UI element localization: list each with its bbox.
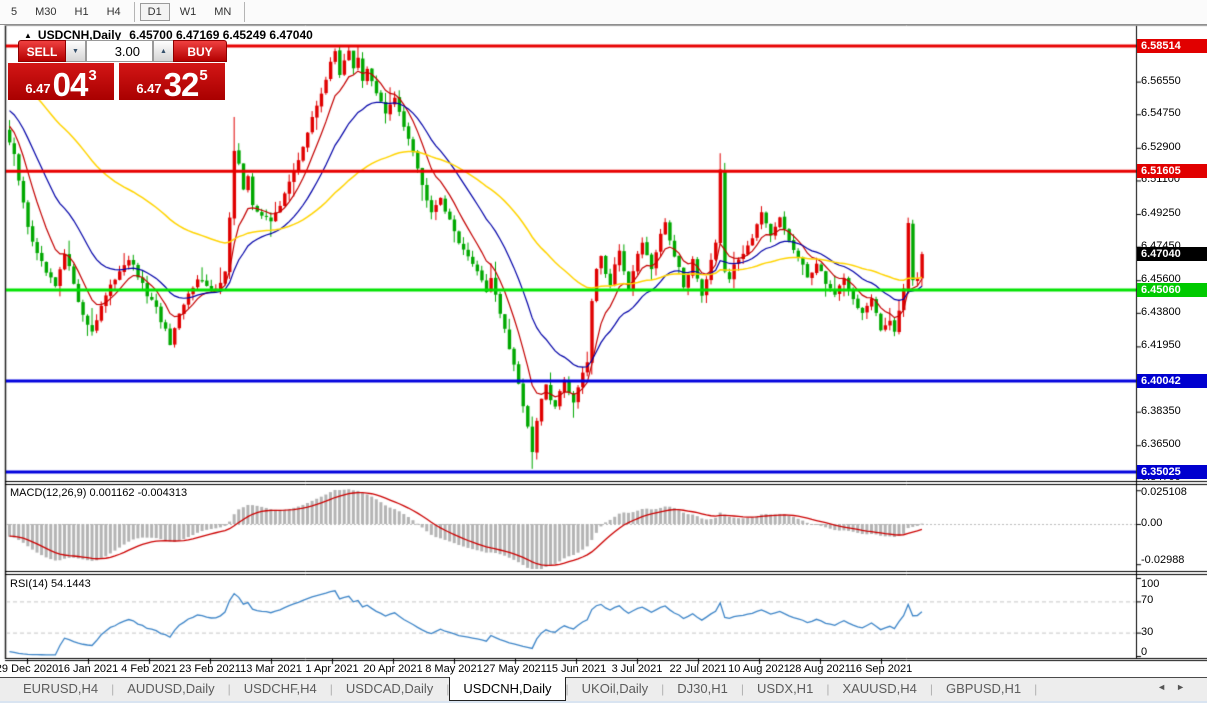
collapse-triangle-icon[interactable]: ▲ [24, 31, 32, 40]
date-axis-label[interactable]: 20 Apr 2021 [363, 663, 422, 675]
buy-price-prefix: 6.47 [136, 81, 161, 96]
buy-button[interactable]: BUY [173, 40, 227, 62]
chart-tabs-bar: EURUSD,H4|AUDUSD,Daily|USDCHF,H4|USDCAD,… [0, 677, 1207, 701]
timeframe-button-h1[interactable]: H1 [67, 3, 97, 21]
date-axis-label[interactable]: 10 Aug 2021 [728, 663, 790, 675]
chart-tab-dj30[interactable]: DJ30,H1 [664, 678, 741, 701]
trading-platform-window: 5M30H1H4D1W1MN ▲USDCNH,Daily6.45700 6.47… [0, 0, 1207, 703]
price-axis-tick[interactable]: 6.43800 [1141, 306, 1181, 318]
chart-tab-usdcnh[interactable]: USDCNH,Daily [449, 677, 565, 701]
toolbar-separator [244, 2, 245, 22]
sell-price-display[interactable]: 6.47043 [8, 63, 114, 100]
tab-scroll-left-icon[interactable]: ◄ [1157, 682, 1176, 692]
chart-tab-usdchf[interactable]: USDCHF,H4 [231, 678, 330, 701]
price-axis-tick[interactable]: 6.38350 [1141, 405, 1181, 417]
sell-price-sup: 3 [88, 67, 96, 84]
buy-price-display[interactable]: 6.47325 [119, 63, 225, 100]
macd-axis-tick[interactable]: 0.00 [1141, 517, 1162, 529]
price-level-badge[interactable]: 6.35025 [1137, 465, 1207, 479]
tab-scroll-arrows[interactable]: ◄► [1157, 682, 1195, 692]
volume-increase-button[interactable]: ▲ [153, 40, 173, 62]
sell-price-big: 04 [53, 70, 88, 100]
price-axis-tick[interactable]: 6.49250 [1141, 207, 1181, 219]
rsi-axis-tick[interactable]: 0 [1141, 646, 1147, 658]
price-chart-canvas[interactable] [0, 0, 1207, 703]
rsi-axis-tick[interactable]: 70 [1141, 594, 1153, 606]
date-axis-label[interactable]: 15 Jun 2021 [546, 663, 607, 675]
date-axis-label[interactable]: 28 Aug 2021 [789, 663, 851, 675]
chart-tab-xauusd[interactable]: XAUUSD,H4 [829, 678, 929, 701]
rsi-axis-tick[interactable]: 30 [1141, 626, 1153, 638]
toolbar-separator [134, 2, 135, 22]
volume-input[interactable]: 3.00 [86, 40, 153, 62]
date-axis-label[interactable]: 22 Jul 2021 [670, 663, 727, 675]
buy-price-sup: 5 [199, 67, 207, 84]
date-axis-label[interactable]: 16 Sep 2021 [850, 663, 912, 675]
date-axis-label[interactable]: 16 Jan 2021 [58, 663, 119, 675]
chart-tab-eurusd[interactable]: EURUSD,H4 [10, 678, 111, 701]
sell-button[interactable]: SELL [18, 40, 66, 62]
chart-tab-gbpusd[interactable]: GBPUSD,H1 [933, 678, 1034, 701]
price-axis-tick[interactable]: 6.54750 [1141, 107, 1181, 119]
date-axis-label[interactable]: 13 Mar 2021 [240, 663, 302, 675]
timeframe-button-h4[interactable]: H4 [99, 3, 129, 21]
price-level-badge[interactable]: 6.45060 [1137, 283, 1207, 297]
spin-up-icon: ▲ [160, 48, 167, 55]
price-level-badge[interactable]: 6.58514 [1137, 39, 1207, 53]
price-level-badge[interactable]: 6.40042 [1137, 374, 1207, 388]
chart-tab-usdx[interactable]: USDX,H1 [744, 678, 826, 701]
price-axis-tick[interactable]: 6.52900 [1141, 141, 1181, 153]
price-level-badge[interactable]: 6.47040 [1137, 247, 1207, 261]
chart-tab-usdcad[interactable]: USDCAD,Daily [333, 678, 446, 701]
tab-separator: | [1034, 678, 1037, 701]
timeframe-button-m30[interactable]: M30 [27, 3, 64, 21]
sell-price-prefix: 6.47 [25, 81, 50, 96]
date-axis-label[interactable]: 1 Apr 2021 [305, 663, 358, 675]
price-axis-tick[interactable]: 6.36500 [1141, 438, 1181, 450]
chart-tab-audusd[interactable]: AUDUSD,Daily [114, 678, 227, 701]
date-axis-label[interactable]: 29 Dec 2020 [0, 663, 58, 675]
timeframe-button-d1[interactable]: D1 [140, 3, 170, 21]
buy-price-big: 32 [164, 70, 199, 100]
macd-axis-tick[interactable]: 0.025108 [1141, 486, 1187, 498]
timeframe-button-w1[interactable]: W1 [172, 3, 205, 21]
price-axis-tick[interactable]: 6.41950 [1141, 339, 1181, 351]
date-axis-label[interactable]: 8 May 2021 [425, 663, 482, 675]
timeframe-button-mn[interactable]: MN [206, 3, 239, 21]
spin-down-icon: ▼ [72, 48, 79, 55]
date-axis-label[interactable]: 4 Feb 2021 [121, 663, 177, 675]
timeframe-button-5[interactable]: 5 [3, 3, 25, 21]
timeframe-toolbar: 5M30H1H4 D1W1MN [0, 0, 1207, 25]
macd-axis-tick[interactable]: -0.02988 [1141, 554, 1184, 566]
rsi-axis-tick[interactable]: 100 [1141, 578, 1159, 590]
one-click-trading-panel: SELL ▼ 3.00 ▲ BUY 6.47043 6.47325 [8, 40, 228, 100]
rsi-indicator-label: RSI(14) 54.1443 [10, 578, 91, 590]
price-level-badge[interactable]: 6.51605 [1137, 164, 1207, 178]
macd-indicator-label: MACD(12,26,9) 0.001162 -0.004313 [10, 487, 187, 499]
chart-tab-ukoil[interactable]: UKOil,Daily [569, 678, 661, 701]
price-axis-tick[interactable]: 6.56550 [1141, 75, 1181, 87]
date-axis-label[interactable]: 27 May 2021 [483, 663, 547, 675]
volume-decrease-button[interactable]: ▼ [66, 40, 86, 62]
tab-scroll-right-icon[interactable]: ► [1176, 682, 1195, 692]
date-axis-label[interactable]: 3 Jul 2021 [612, 663, 663, 675]
date-axis-label[interactable]: 23 Feb 2021 [179, 663, 241, 675]
